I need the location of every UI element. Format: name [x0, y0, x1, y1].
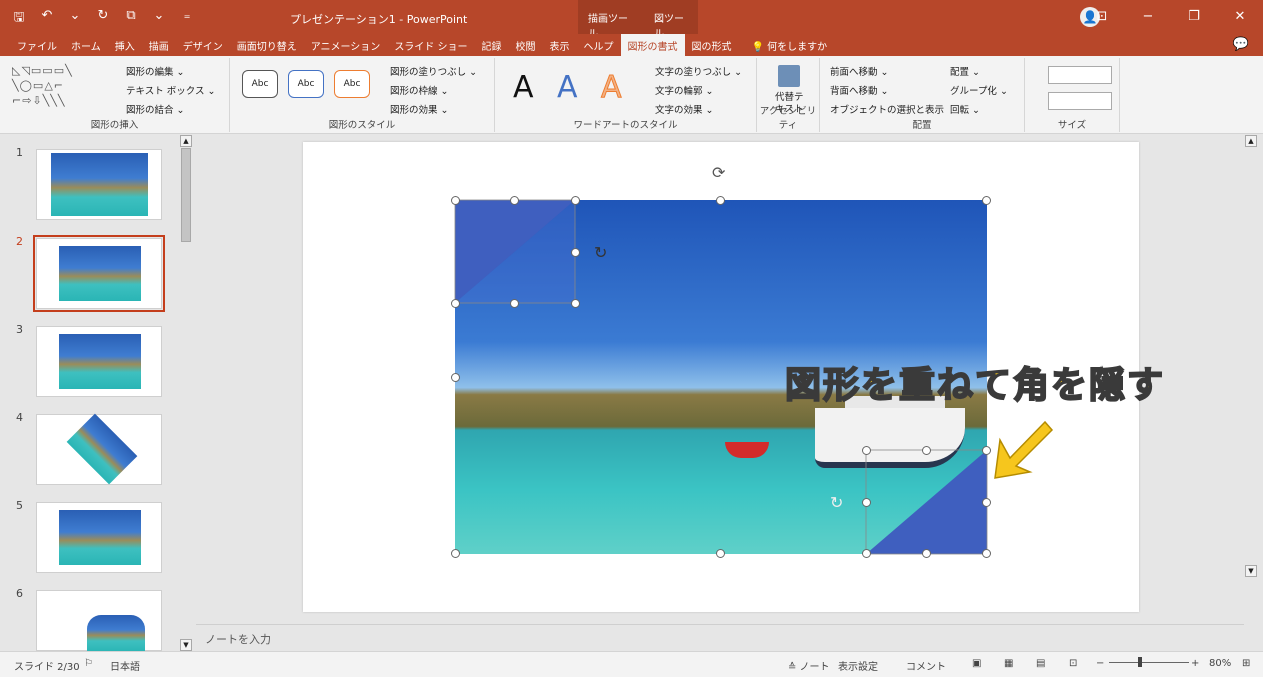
- resize-handle[interactable]: [982, 549, 991, 558]
- display-settings-button[interactable]: 表示設定: [838, 658, 878, 673]
- slide-scrollbar[interactable]: [1244, 134, 1258, 624]
- fit-to-window-icon[interactable]: ⊞: [1242, 658, 1250, 669]
- slide-caption[interactable]: 図形を重ねて角を隠す: [784, 356, 1165, 408]
- triangle-bottom-right[interactable]: [866, 450, 987, 554]
- accessibility-check-icon[interactable]: ⚐: [84, 658, 93, 669]
- slide-sorter-icon[interactable]: ▦: [1004, 658, 1013, 669]
- zoom-slider[interactable]: [1109, 662, 1189, 663]
- resize-handle[interactable]: [451, 299, 460, 308]
- language-indicator[interactable]: 日本語: [110, 658, 140, 673]
- resize-handle[interactable]: [716, 196, 725, 205]
- resize-handle[interactable]: [510, 299, 519, 308]
- scroll-down-icon[interactable]: ▼: [1245, 565, 1257, 577]
- slide-indicator: スライド 2/30: [14, 662, 80, 673]
- resize-handle[interactable]: [451, 373, 460, 382]
- zoom-out-icon[interactable]: −: [1096, 658, 1104, 669]
- rotate-handle-icon[interactable]: ↻: [594, 243, 607, 262]
- resize-handle[interactable]: [716, 549, 725, 558]
- status-bar: スライド 2/30 ⚐ 日本語 ≙ ノート 表示設定 コメント ▣ ▦ ▤ ⊡ …: [0, 651, 1263, 677]
- notes-pane[interactable]: ノートを入力: [196, 624, 1244, 651]
- resize-handle[interactable]: [922, 549, 931, 558]
- overlay-shapes: [454, 199, 1054, 555]
- arrow-annotation: [994, 420, 1054, 479]
- resize-handle[interactable]: [982, 498, 991, 507]
- zoom-slider-knob[interactable]: [1138, 657, 1142, 667]
- notes-placeholder: ノートを入力: [205, 633, 271, 646]
- resize-handle[interactable]: [451, 549, 460, 558]
- resize-handle[interactable]: [571, 299, 580, 308]
- notes-button[interactable]: ≙ ノート: [788, 658, 830, 673]
- rotate-handle-icon[interactable]: ⟳: [712, 163, 725, 182]
- zoom-in-icon[interactable]: +: [1191, 658, 1199, 669]
- resize-handle[interactable]: [862, 446, 871, 455]
- resize-handle[interactable]: [862, 498, 871, 507]
- resize-handle[interactable]: [510, 196, 519, 205]
- resize-handle[interactable]: [571, 248, 580, 257]
- scroll-up-icon[interactable]: ▲: [1245, 135, 1257, 147]
- resize-handle[interactable]: [982, 196, 991, 205]
- resize-handle[interactable]: [451, 196, 460, 205]
- zoom-level[interactable]: 80%: [1209, 658, 1231, 669]
- comments-button[interactable]: コメント: [906, 658, 946, 673]
- resize-handle[interactable]: [862, 549, 871, 558]
- rotate-handle-icon[interactable]: ↻: [830, 493, 843, 512]
- resize-handle[interactable]: [922, 446, 931, 455]
- resize-handle[interactable]: [571, 196, 580, 205]
- normal-view-icon[interactable]: ▣: [972, 658, 981, 669]
- resize-handle[interactable]: [982, 446, 991, 455]
- slideshow-view-icon[interactable]: ⊡: [1069, 658, 1077, 669]
- reading-view-icon[interactable]: ▤: [1036, 658, 1045, 669]
